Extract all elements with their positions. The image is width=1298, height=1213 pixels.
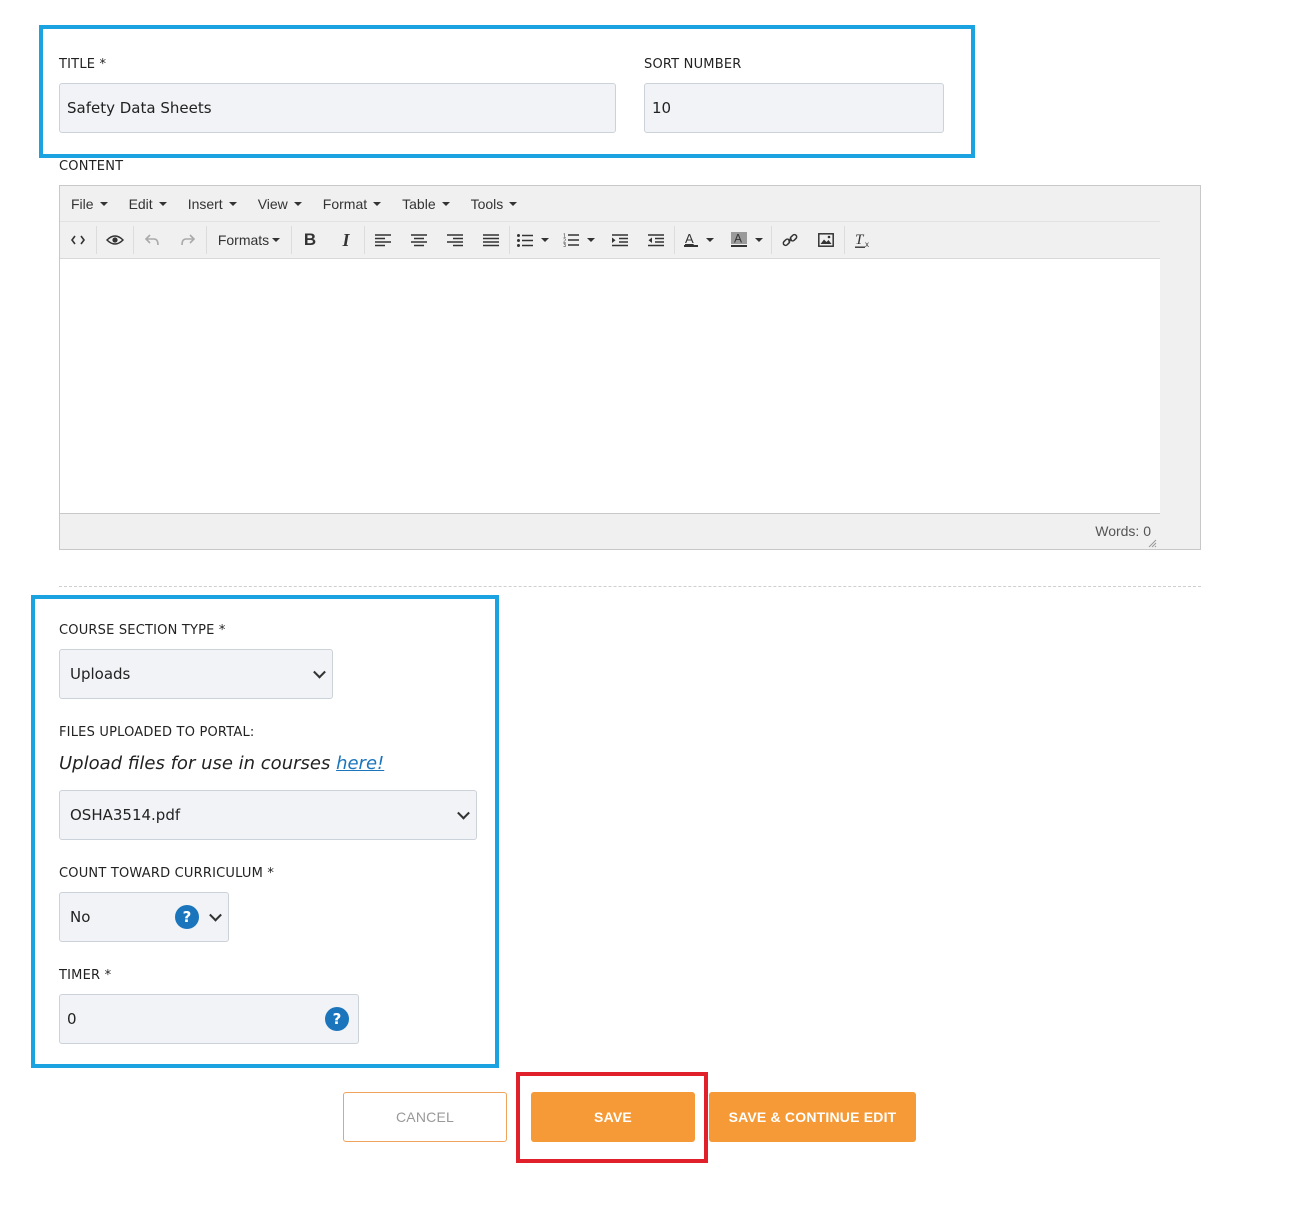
menu-tools-label: Tools — [470, 195, 504, 212]
align-center-icon[interactable] — [401, 222, 437, 258]
indent-icon[interactable] — [602, 222, 638, 258]
section-divider — [59, 586, 1201, 587]
menu-insert[interactable]: Insert — [177, 196, 247, 212]
menu-file-label: File — [71, 195, 94, 212]
help-icon[interactable]: ? — [325, 1007, 349, 1031]
chevron-down-icon — [509, 201, 518, 206]
section-type-label: COURSE SECTION TYPE * — [59, 623, 226, 638]
menu-table[interactable]: Table — [391, 196, 459, 212]
files-select-value: OSHA3514.pdf — [70, 806, 181, 824]
editor-menubar: File Edit Insert View Format Table Tools — [60, 186, 1160, 222]
svg-text:A: A — [685, 232, 694, 246]
italic-icon[interactable]: I — [328, 222, 364, 258]
source-code-icon[interactable] — [60, 222, 96, 258]
preview-icon[interactable] — [97, 222, 133, 258]
cancel-button[interactable]: CANCEL — [343, 1092, 507, 1142]
clear-formatting-icon[interactable]: Tx — [845, 222, 881, 258]
save-button[interactable]: SAVE — [531, 1092, 695, 1142]
count-curriculum-label: COUNT TOWARD CURRICULUM * — [59, 866, 275, 881]
sort-number-label: SORT NUMBER — [644, 57, 742, 72]
align-right-icon[interactable] — [437, 222, 473, 258]
background-color-icon[interactable]: A — [723, 222, 771, 258]
editor-statusbar: Words: 0 — [60, 513, 1160, 550]
outdent-icon[interactable] — [638, 222, 674, 258]
menu-format[interactable]: Format — [312, 196, 391, 212]
formats-dropdown[interactable]: Formats — [207, 222, 291, 258]
menu-edit[interactable]: Edit — [118, 196, 177, 212]
undo-icon[interactable] — [134, 222, 170, 258]
link-icon[interactable] — [772, 222, 808, 258]
menu-format-label: Format — [322, 195, 368, 212]
title-label: TITLE * — [59, 57, 107, 72]
align-left-icon[interactable] — [365, 222, 401, 258]
svg-text:A: A — [734, 232, 742, 246]
editor-content-area[interactable] — [60, 258, 1160, 514]
upload-hint-text: Upload files for use in courses — [59, 753, 337, 774]
section-type-value: Uploads — [70, 665, 131, 683]
title-input[interactable]: Safety Data Sheets — [59, 83, 616, 133]
image-icon[interactable] — [808, 222, 844, 258]
content-label: CONTENT — [59, 159, 124, 174]
files-select[interactable]: OSHA3514.pdf — [59, 790, 477, 840]
bullet-list-icon[interactable] — [510, 222, 556, 258]
chevron-down-icon — [228, 201, 237, 206]
count-curriculum-value: No — [70, 908, 91, 926]
upload-here-link[interactable]: here! — [336, 753, 384, 774]
menu-edit-label: Edit — [128, 195, 153, 212]
numbered-list-icon[interactable]: 123 — [556, 222, 602, 258]
count-curriculum-select[interactable]: No ? — [59, 892, 229, 942]
formats-label: Formats — [217, 232, 270, 248]
timer-input[interactable]: 0 ? — [59, 994, 359, 1044]
rich-text-editor: File Edit Insert View Format Table Tools… — [59, 185, 1201, 550]
menu-table-label: Table — [402, 195, 436, 212]
svg-text:3: 3 — [563, 243, 566, 247]
files-label: FILES UPLOADED TO PORTAL: — [59, 725, 255, 740]
word-count: Words: 0 — [1095, 523, 1151, 539]
save-continue-edit-button[interactable]: SAVE & CONTINUE EDIT — [709, 1092, 916, 1142]
section-type-select[interactable]: Uploads — [59, 649, 333, 699]
chevron-down-icon — [706, 238, 714, 242]
redo-icon[interactable] — [170, 222, 206, 258]
chevron-down-icon — [373, 201, 382, 206]
timer-value: 0 — [67, 1010, 77, 1028]
chevron-down-icon — [457, 806, 470, 820]
svg-text:T: T — [855, 232, 865, 248]
chevron-down-icon — [293, 201, 302, 206]
chevron-down-icon — [587, 238, 595, 242]
svg-text:x: x — [865, 240, 869, 248]
chevron-down-icon — [441, 201, 450, 206]
editor-toolbar: Formats B I 123 A A T x — [60, 222, 1160, 258]
menu-insert-label: Insert — [187, 195, 223, 212]
menu-tools[interactable]: Tools — [460, 196, 528, 212]
chevron-down-icon — [158, 201, 167, 206]
chevron-down-icon — [272, 238, 281, 242]
chevron-down-icon — [209, 908, 222, 922]
sort-number-input[interactable]: 10 — [644, 83, 944, 133]
bold-icon[interactable]: B — [292, 222, 328, 258]
chevron-down-icon — [541, 238, 549, 242]
help-icon[interactable]: ? — [175, 905, 199, 929]
chevron-down-icon — [755, 238, 763, 242]
menu-view[interactable]: View — [247, 196, 312, 212]
resize-handle-icon[interactable] — [1147, 535, 1157, 551]
upload-hint: Upload files for use in courses here! — [59, 753, 384, 774]
chevron-down-icon — [99, 201, 108, 206]
timer-label: TIMER * — [59, 968, 112, 983]
justify-icon[interactable] — [473, 222, 509, 258]
menu-view-label: View — [257, 195, 288, 212]
chevron-down-icon — [313, 665, 326, 679]
menu-file[interactable]: File — [60, 196, 118, 212]
text-color-icon[interactable]: A — [675, 222, 723, 258]
